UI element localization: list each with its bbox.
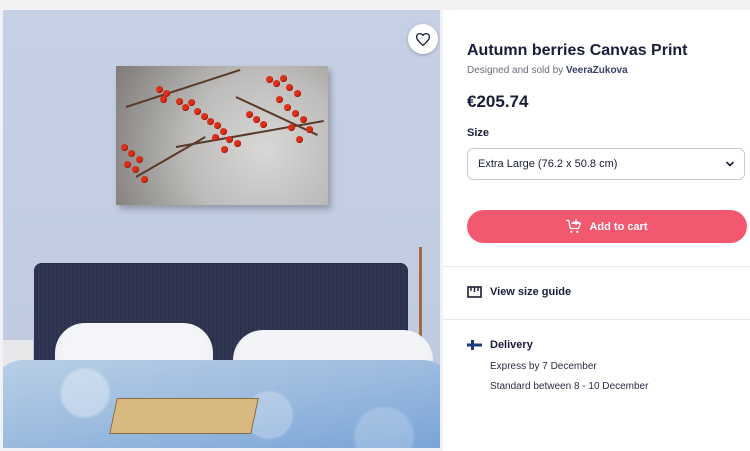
- delivery-title: Delivery: [490, 339, 533, 351]
- size-label: Size: [467, 127, 490, 139]
- size-guide-label: View size guide: [490, 286, 572, 298]
- delivery-express: Express by 7 December: [490, 361, 597, 372]
- product-details-panel: Autumn berries Canvas Print Designed and…: [443, 10, 750, 451]
- delivery-section: Delivery Express by 7 December Standard …: [467, 339, 648, 392]
- chevron-down-icon: [726, 161, 734, 167]
- divider: [443, 319, 750, 320]
- add-to-cart-label: Add to cart: [589, 220, 648, 233]
- delivery-standard: Standard between 8 - 10 December: [490, 381, 649, 392]
- byline-prefix: Designed and sold by: [467, 65, 564, 76]
- top-strip: [0, 0, 750, 8]
- ruler-icon: [467, 286, 482, 298]
- product-price: €205.74: [467, 92, 529, 111]
- pizza-box: [109, 398, 259, 434]
- finland-flag-icon: [467, 340, 482, 350]
- favorite-button[interactable]: [408, 24, 438, 54]
- byline: Designed and sold by VeeraZukova: [467, 65, 628, 76]
- heart-icon: [416, 32, 430, 46]
- divider: [443, 266, 750, 267]
- add-to-cart-button[interactable]: Add to cart: [467, 210, 747, 243]
- cart-plus-icon: [566, 219, 582, 233]
- artist-link[interactable]: VeeraZukova: [566, 65, 628, 76]
- size-select[interactable]: Extra Large (76.2 x 50.8 cm): [467, 148, 745, 180]
- size-selected-value: Extra Large (76.2 x 50.8 cm): [478, 158, 618, 170]
- canvas-artwork: [116, 66, 328, 205]
- product-title: Autumn berries Canvas Print: [467, 42, 688, 59]
- view-size-guide-link[interactable]: View size guide: [467, 286, 571, 298]
- lamp: [419, 247, 440, 347]
- product-image[interactable]: [3, 10, 440, 448]
